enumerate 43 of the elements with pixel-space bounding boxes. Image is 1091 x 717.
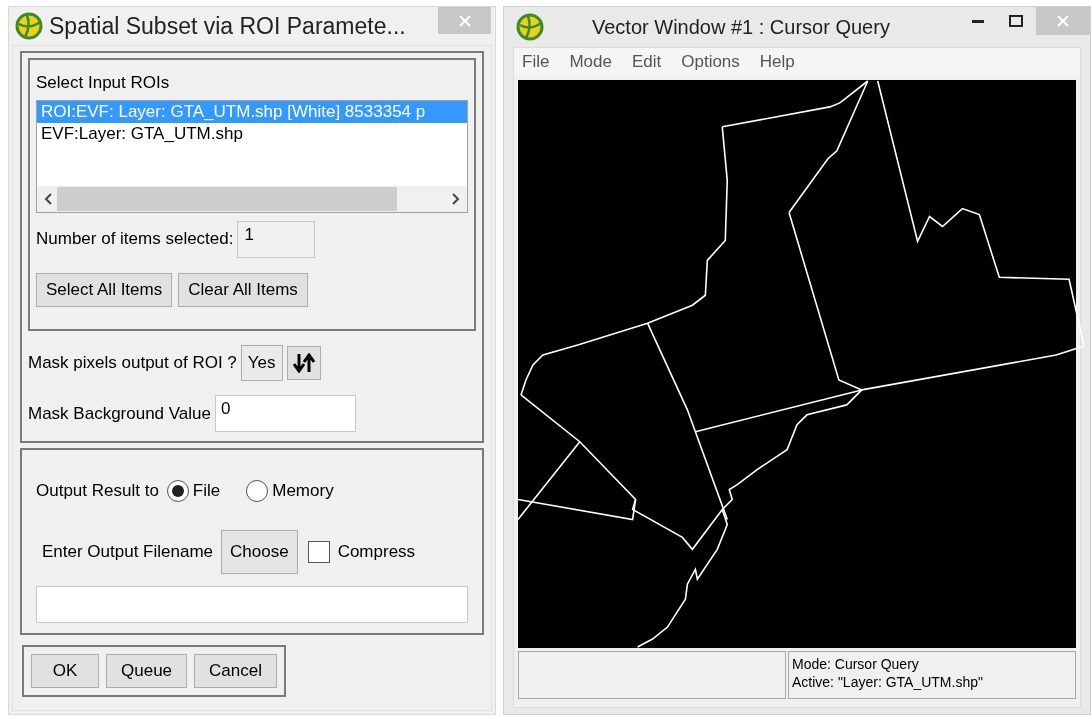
value-field[interactable]: 0 [215,395,356,432]
action-button[interactable]: Cancel [194,654,277,688]
filename-field[interactable] [36,585,468,623]
minimize-icon [972,19,984,23]
list-item[interactable]: EVF:Layer: GTA_UTM.shp [37,122,467,145]
radio-label: Memory [272,480,334,502]
close-icon [458,14,471,27]
status-text: Mode: Cursor Query [792,655,920,673]
radio-button[interactable] [166,479,189,502]
window-title: Spatial Subset via ROI Paramete... [49,11,406,41]
menu-item[interactable]: File [522,49,550,75]
radio-label: File [192,480,221,502]
toggle-button[interactable]: Yes [240,345,283,381]
scrollbar-thumb[interactable] [57,186,397,211]
menu-item[interactable]: Mode [569,49,612,75]
swap-button[interactable] [286,346,321,380]
action-button[interactable]: OK [31,654,99,688]
scroll-left-icon[interactable] [43,191,53,206]
menu-item[interactable]: Edit [631,49,662,75]
up-down-arrows-icon [292,353,315,373]
menu-item[interactable]: Help [759,49,795,75]
window-title: Vector Window #1 : Cursor Query [592,15,890,40]
checkbox-label: Compress [337,540,416,563]
select-button[interactable]: Clear All Items [178,272,308,307]
radio-button[interactable] [246,479,269,502]
checkbox[interactable] [307,540,330,563]
close-icon [1057,15,1069,27]
action-button[interactable]: Queue [106,654,188,688]
group-label: Select Input ROIs [36,72,171,94]
menu-item[interactable]: Options [681,49,740,75]
maximize-icon [1009,15,1023,27]
field-label: Mask Background Value [28,402,211,425]
field-label: Enter Output Filename [42,540,214,563]
scroll-right-icon[interactable] [451,191,461,206]
field-label: Number of items selected: [36,228,234,251]
status-text: Active: "Layer: GTA_UTM.shp" [792,673,984,691]
field-label: Output Result to [36,480,159,502]
globe-icon [15,12,43,40]
field-label: Mask pixels output of ROI ? [28,352,237,375]
count-field: 1 [237,220,316,258]
choose-button[interactable]: Choose [221,529,298,574]
select-button[interactable]: Select All Items [36,272,173,307]
globe-icon [516,13,544,41]
